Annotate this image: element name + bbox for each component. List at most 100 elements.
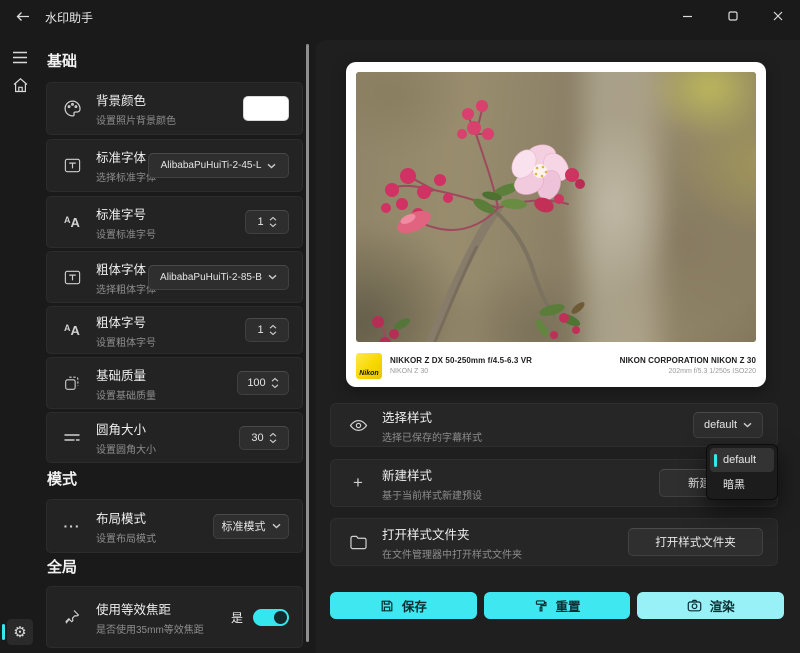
setting-desc: 基于当前样式新建预设: [382, 487, 482, 502]
setting-label: 布局模式: [96, 508, 156, 527]
hamburger-icon: [12, 51, 28, 64]
setting-desc: 设置照片背景颜色: [96, 112, 176, 127]
style-row-select: 选择样式 选择已保存的字幕样式 default: [330, 403, 778, 447]
style-select-dropdown[interactable]: default: [693, 412, 763, 438]
setting-desc: 选择已保存的字幕样式: [382, 429, 482, 444]
quality-stepper[interactable]: 100: [237, 371, 289, 395]
setting-label: 新建样式: [382, 465, 482, 484]
font-size-icon: AA: [61, 216, 83, 229]
reset-icon: [534, 599, 548, 613]
setting-desc: 设置布局模式: [96, 530, 156, 545]
menu-item-dark[interactable]: 暗黑: [710, 472, 774, 496]
maximize-button[interactable]: [710, 0, 755, 32]
menu-item-default[interactable]: default: [710, 448, 774, 472]
bold-size-stepper[interactable]: 1: [245, 318, 289, 342]
setting-desc: 是否使用35mm等效焦距: [96, 621, 204, 636]
setting-label: 选择样式: [382, 407, 482, 426]
nav-home-button[interactable]: [7, 72, 33, 98]
font-box-icon: [61, 268, 83, 287]
quality-value: 100: [247, 377, 265, 389]
setting-row-quality: 基础质量 设置基础质量 100: [46, 357, 303, 409]
nav-menu-button[interactable]: [7, 44, 33, 70]
setting-desc: 设置标准字号: [96, 226, 156, 241]
chevron-down-icon: [272, 523, 281, 529]
watermark-lens: NIKKOR Z DX 50-250mm f/4.5-6.3 VR: [390, 356, 532, 365]
standard-size-value: 1: [257, 216, 263, 228]
save-button[interactable]: 保存: [330, 592, 477, 619]
bold-font-select[interactable]: AlibabaPuHuiTi-2-85-B: [148, 265, 289, 290]
setting-label: 粗体字体: [96, 259, 148, 278]
maximize-icon: [728, 11, 738, 21]
folder-icon: [347, 534, 369, 550]
setting-desc: 选择粗体字体: [96, 281, 148, 296]
watermark-preview-card: Nikon NIKKOR Z DX 50-250mm f/4.5-6.3 VR …: [346, 62, 766, 387]
bold-size-value: 1: [257, 324, 263, 336]
setting-label: 打开样式文件夹: [382, 524, 522, 543]
setting-row-standard-font: 标准字体 选择标准字体 AlibabaPuHuiTi-2-45-L: [46, 139, 303, 192]
action-bar: 保存 重置 渲染: [330, 592, 784, 619]
corner-radius-stepper[interactable]: 30: [239, 426, 289, 450]
preview-photo: [356, 72, 756, 342]
close-button[interactable]: [755, 0, 800, 32]
reset-button[interactable]: 重置: [484, 592, 631, 619]
stepper-arrows-icon: [269, 216, 277, 228]
watermark-strip: Nikon NIKKOR Z DX 50-250mm f/4.5-6.3 VR …: [356, 348, 756, 383]
nikon-logo: Nikon: [356, 353, 382, 379]
background-color-swatch[interactable]: [243, 96, 289, 121]
setting-row-standard-size: AA 标准字号 设置标准字号 1: [46, 196, 303, 248]
style-select-menu: default 暗黑: [706, 444, 778, 500]
setting-label: 圆角大小: [96, 419, 156, 438]
setting-desc: 在文件管理器中打开样式文件夹: [382, 546, 522, 561]
section-header-basic: 基础: [47, 50, 77, 71]
standard-font-value: AlibabaPuHuiTi-2-45-L: [161, 160, 262, 171]
section-header-mode: 模式: [47, 468, 77, 489]
stepper-arrows-icon: [271, 377, 279, 389]
settings-scrollbar[interactable]: [306, 44, 309, 642]
minimize-icon: [682, 11, 693, 22]
camera-icon: [687, 599, 702, 612]
content-panel: Nikon NIKKOR Z DX 50-250mm f/4.5-6.3 VR …: [316, 40, 800, 653]
standard-font-select[interactable]: AlibabaPuHuiTi-2-45-L: [148, 153, 289, 178]
equivalent-focal-toggle[interactable]: [253, 609, 289, 626]
nav-settings-button[interactable]: ⚙: [7, 619, 33, 645]
bold-font-value: AlibabaPuHuiTi-2-85-B: [160, 272, 262, 283]
style-select-value: default: [704, 419, 737, 431]
save-icon: [380, 599, 394, 613]
setting-desc: 设置基础质量: [96, 387, 156, 402]
back-arrow-icon: [16, 11, 30, 22]
setting-row-layout-mode: ··· 布局模式 设置布局模式 标准模式: [46, 499, 303, 553]
setting-row-bold-font: 粗体字体 选择粗体字体 AlibabaPuHuiTi-2-85-B: [46, 251, 303, 303]
layout-mode-value: 标准模式: [222, 518, 266, 534]
dots-icon: ···: [61, 522, 83, 530]
setting-label: 标准字号: [96, 204, 156, 223]
corner-radius-value: 30: [251, 432, 263, 444]
setting-label: 背景颜色: [96, 90, 176, 109]
layout-mode-select[interactable]: 标准模式: [213, 514, 289, 539]
open-style-folder-button[interactable]: 打开样式文件夹: [628, 528, 763, 556]
setting-row-equivalent-focal: 使用等效焦距 是否使用35mm等效焦距 是: [46, 586, 303, 648]
setting-desc: 选择标准字体: [96, 169, 148, 184]
setting-label: 标准字体: [96, 147, 148, 166]
window-controls: [665, 0, 800, 32]
minimize-button[interactable]: [665, 0, 710, 32]
photo-vignette: [356, 72, 756, 342]
eye-icon: [347, 418, 369, 433]
font-box-icon: [61, 156, 83, 175]
setting-label: 基础质量: [96, 365, 156, 384]
render-button[interactable]: 渲染: [637, 592, 784, 619]
setting-desc: 设置圆角大小: [96, 441, 156, 456]
pin-icon: [61, 608, 83, 626]
gear-icon: ⚙: [13, 625, 26, 640]
plus-icon: +: [347, 473, 369, 493]
home-icon: [12, 77, 29, 93]
toggle-state-label: 是: [231, 609, 243, 626]
back-button[interactable]: [12, 8, 34, 24]
stepper-arrows-icon: [269, 324, 277, 336]
radius-lines-icon: [61, 431, 83, 445]
standard-size-stepper[interactable]: 1: [245, 210, 289, 234]
nav-rail: ⚙: [0, 32, 40, 653]
menu-selection-bar: [714, 454, 717, 467]
watermark-maker: NIKON CORPORATION NIKON Z 30: [620, 356, 756, 365]
watermark-camera: NIKON Z 30: [390, 368, 532, 375]
titlebar: 水印助手: [0, 0, 800, 32]
